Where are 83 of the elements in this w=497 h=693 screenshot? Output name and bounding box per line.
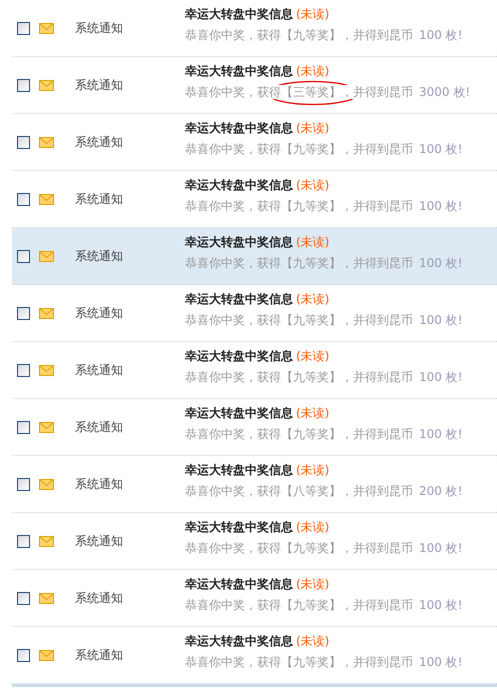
checkbox[interactable] xyxy=(17,136,30,148)
message-row[interactable]: 系统通知 幸运大转盘中奖信息 (未读) 恭喜你中奖，获得【九等奖】，并得到昆币 100 枚! xyxy=(12,114,497,171)
message-title[interactable]: 幸运大转盘中奖信息 xyxy=(185,178,293,192)
envelope-icon xyxy=(39,364,54,376)
message-row[interactable]: 系统通知 幸运大转盘中奖信息 (未读) 恭喜你中奖，获得【九等奖】，并得到昆币 100 枚! xyxy=(12,627,497,684)
checkbox[interactable] xyxy=(17,592,30,604)
envelope-icon xyxy=(39,80,54,90)
sender-label: 系统通知 xyxy=(75,362,124,378)
envelope-icon xyxy=(39,194,54,204)
checkbox[interactable] xyxy=(17,364,30,376)
unread-status: (未读) xyxy=(296,463,330,477)
envelope-icon xyxy=(39,536,54,546)
sender-label: 系统通知 xyxy=(75,248,124,264)
checkbox[interactable] xyxy=(17,192,30,206)
message-text: 恭喜你中奖，获得【九等奖】，并得到昆币 100 枚! xyxy=(185,256,463,270)
message-text: 恭喜你中奖，获得【九等奖】，并得到昆币 100 枚! xyxy=(185,199,463,213)
unread-status: (未读) xyxy=(296,178,330,192)
unread-status: (未读) xyxy=(296,7,330,21)
sender-label: 系统通知 xyxy=(75,532,124,550)
envelope-icon xyxy=(39,650,54,660)
message-text: 恭喜你中奖，获得【八等奖】，并得到昆币 200 枚! xyxy=(185,484,463,498)
checkbox[interactable] xyxy=(17,478,30,490)
message-title[interactable]: 幸运大转盘中奖信息 xyxy=(185,64,293,78)
unread-status: (未读) xyxy=(296,577,330,591)
message-text: 恭喜你中奖，获得【三等奖】，并得到昆币 3000 枚! xyxy=(185,85,470,99)
checkbox[interactable] xyxy=(17,420,30,434)
checkbox[interactable] xyxy=(17,306,30,320)
sender-label: 系统通知 xyxy=(75,476,124,492)
checkbox[interactable] xyxy=(17,250,30,262)
message-row[interactable]: 系统通知 幸运大转盘中奖信息 (未读) 恭喜你中奖，获得【九等奖】，并得到昆币 100 枚! xyxy=(12,285,497,342)
message-title[interactable]: 幸运大转盘中奖信息 xyxy=(185,235,293,249)
unread-status: (未读) xyxy=(296,406,330,420)
message-title[interactable]: 幸运大转盘中奖信息 xyxy=(185,349,293,363)
message-title[interactable]: 幸运大转盘中奖信息 xyxy=(185,577,293,591)
message-text: 恭喜你中奖，获得【九等奖】，并得到昆币 100 枚! xyxy=(185,370,463,384)
unread-status: (未读) xyxy=(296,64,330,78)
message-title[interactable]: 幸运大转盘中奖信息 xyxy=(185,634,293,648)
message-title[interactable]: 幸运大转盘中奖信息 xyxy=(185,463,293,477)
message-title[interactable]: 幸运大转盘中奖信息 xyxy=(185,7,293,21)
envelope-icon xyxy=(39,136,54,148)
message-text: 恭喜你中奖，获得【九等奖】，并得到昆币 100 枚! xyxy=(185,427,463,441)
unread-status: (未读) xyxy=(296,634,330,648)
unread-status: (未读) xyxy=(296,121,330,135)
message-text: 恭喜你中奖，获得【九等奖】，并得到昆币 100 枚! xyxy=(185,598,463,612)
message-row[interactable]: 系统通知 幸运大转盘中奖信息 (未读) 恭喜你中奖，获得【八等奖】，并得到昆币 200 枚! xyxy=(12,456,497,513)
message-text: 恭喜你中奖，获得【九等奖】，并得到昆币 100 枚! xyxy=(185,142,463,156)
message-row[interactable]: 系统通知 幸运大转盘中奖信息 (未读) 恭喜你中奖，获得【九等奖】，并得到昆币 100 枚! xyxy=(12,513,497,570)
sender-label: 系统通知 xyxy=(75,646,124,664)
message-text: 恭喜你中奖，获得【九等奖】，并得到昆币 100 枚! xyxy=(185,655,463,669)
unread-status: (未读) xyxy=(296,235,330,249)
message-row[interactable]: 系统通知 幸运大转盘中奖信息 (未读) 恭喜你中奖，获得【九等奖】，并得到昆币 100 枚! xyxy=(12,399,497,456)
message-text: 恭喜你中奖，获得【九等奖】，并得到昆币 100 枚! xyxy=(185,541,463,555)
message-row[interactable]: 系统通知 幸运大转盘中奖信息 (未读) 恭喜你中奖，获得【三等奖】，并得到昆币 3000 枚! xyxy=(12,57,497,114)
message-row[interactable]: 系统通知 幸运大转盘中奖信息 (未读) 恭喜你中奖，获得【九等奖】，并得到昆币 100 枚! xyxy=(12,228,497,285)
message-text: 恭喜你中奖，获得【九等奖】，并得到昆币 100 枚! xyxy=(185,313,463,327)
message-title[interactable]: 幸运大转盘中奖信息 xyxy=(185,406,293,420)
sender-label: 系统通知 xyxy=(75,590,124,606)
sender-label: 系统通知 xyxy=(75,20,124,36)
envelope-icon xyxy=(39,478,54,490)
envelope-icon xyxy=(39,308,54,318)
sender-label: 系统通知 xyxy=(75,76,124,94)
checkbox[interactable] xyxy=(17,22,30,34)
message-row[interactable]: 系统通知 幸运大转盘中奖信息 (未读) 恭喜你中奖，获得【九等奖】，并得到昆币 100 枚! xyxy=(12,570,497,627)
checkbox[interactable] xyxy=(17,648,30,662)
checkbox[interactable] xyxy=(17,534,30,548)
envelope-icon xyxy=(39,422,54,432)
message-text: 恭喜你中奖，获得【九等奖】，并得到昆币 100 枚! xyxy=(185,28,463,42)
message-title[interactable]: 幸运大转盘中奖信息 xyxy=(185,121,293,135)
envelope-icon xyxy=(39,250,54,262)
message-row[interactable]: 系统通知 幸运大转盘中奖信息 (未读) 恭喜你中奖，获得【九等奖】，并得到昆币 100 枚! xyxy=(12,342,497,399)
sender-label: 系统通知 xyxy=(75,304,124,322)
checkbox[interactable] xyxy=(17,78,30,92)
unread-status: (未读) xyxy=(296,349,330,363)
message-title[interactable]: 幸运大转盘中奖信息 xyxy=(185,292,293,306)
message-title[interactable]: 幸运大转盘中奖信息 xyxy=(185,520,293,534)
envelope-icon xyxy=(39,592,54,604)
sender-label: 系统通知 xyxy=(75,190,124,208)
envelope-icon xyxy=(39,22,54,34)
message-row[interactable]: 系统通知 幸运大转盘中奖信息 (未读) 恭喜你中奖，获得【九等奖】，并得到昆币 100 枚! xyxy=(12,0,497,57)
unread-status: (未读) xyxy=(296,520,330,534)
sender-label: 系统通知 xyxy=(75,418,124,436)
unread-status: (未读) xyxy=(296,292,330,306)
sender-label: 系统通知 xyxy=(75,134,124,150)
